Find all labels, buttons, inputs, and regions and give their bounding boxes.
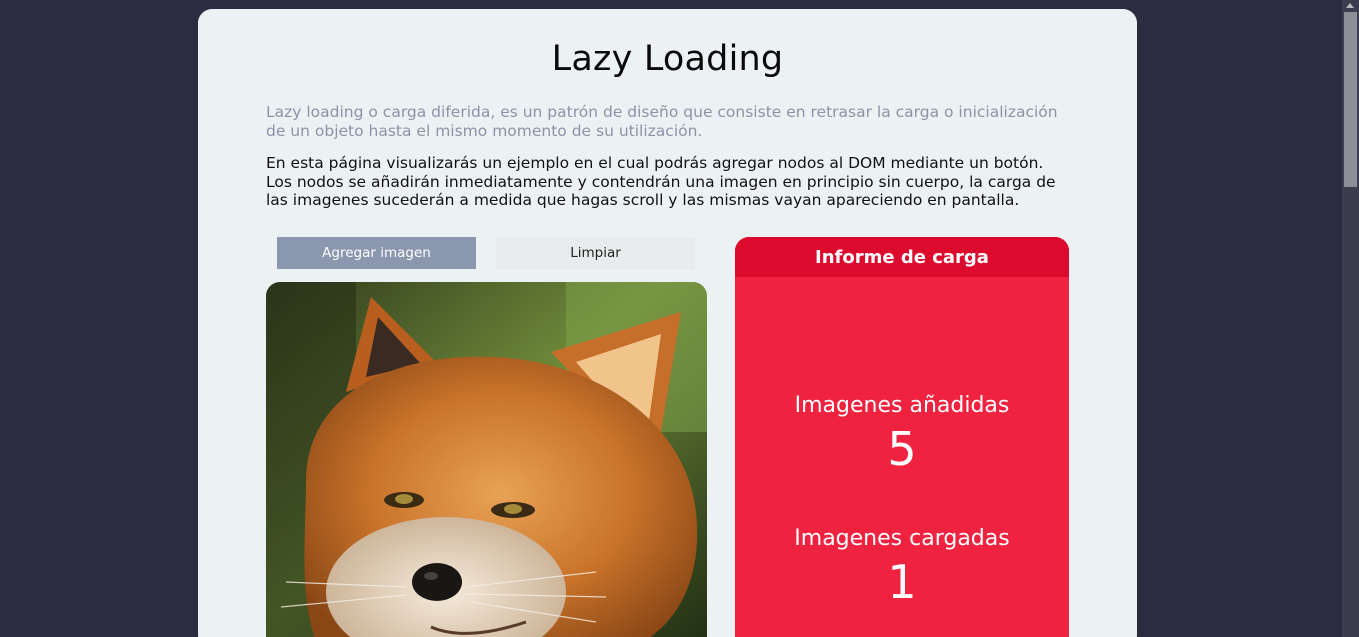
- load-report-panel: Informe de carga Imagenes añadidas 5 Ima…: [735, 237, 1069, 637]
- scroll-up-arrow-icon[interactable]: [1346, 3, 1354, 8]
- images-loaded-label: Imagenes cargadas: [794, 526, 1010, 551]
- intro-text: Lazy loading o carga diferida, es un pat…: [266, 103, 1058, 140]
- page-scrollbar[interactable]: [1342, 0, 1359, 637]
- report-heading: Informe de carga: [735, 237, 1069, 277]
- fox-photo: [266, 282, 707, 637]
- images-added-count: 5: [887, 422, 917, 476]
- page-title: Lazy Loading: [551, 39, 784, 79]
- clear-button[interactable]: Limpiar: [496, 237, 695, 269]
- description-text: En esta página visualizarás un ejemplo e…: [266, 154, 1056, 209]
- loaded-image: [266, 282, 707, 637]
- main-card: Lazy Loading Lazy loading o carga diferi…: [198, 9, 1137, 637]
- images-loaded-count: 1: [887, 555, 917, 609]
- add-image-button[interactable]: Agregar imagen: [277, 237, 476, 269]
- images-added-label: Imagenes añadidas: [794, 393, 1010, 418]
- scrollbar-thumb[interactable]: [1344, 12, 1357, 187]
